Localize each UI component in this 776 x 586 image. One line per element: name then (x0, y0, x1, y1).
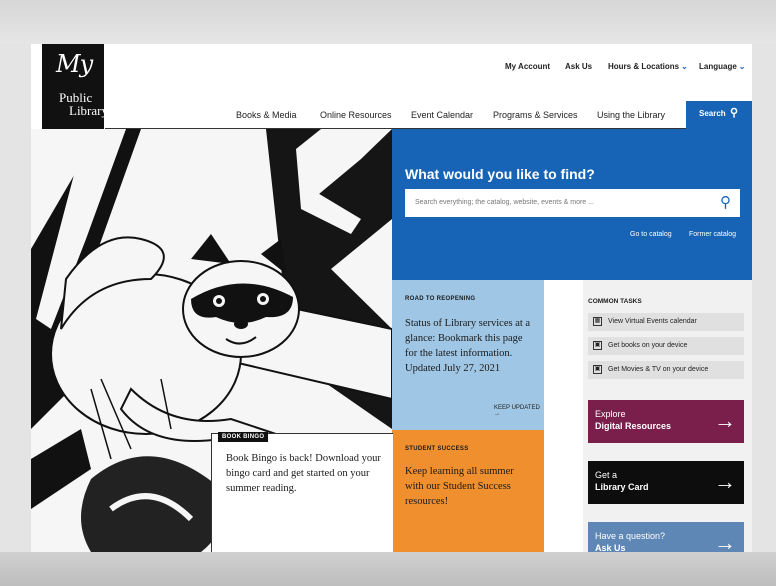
language-menu[interactable]: Language ⌄ (699, 62, 745, 71)
tile-label: ROAD TO REOPENING (405, 296, 476, 302)
library-logo[interactable]: My Public Library (42, 44, 108, 129)
device-icon: ▣ (593, 341, 602, 350)
task-get-books[interactable]: ▣ Get books on your device (588, 337, 744, 355)
nav-online-resources[interactable]: Online Resources (320, 110, 392, 120)
hours-locations-menu[interactable]: Hours & Locations ⌄ (608, 62, 688, 71)
task-virtual-events[interactable]: ▦ View Virtual Events calendar (588, 313, 744, 331)
book-bingo-card[interactable]: BOOK BINGO Book Bingo is back! Download … (211, 432, 393, 552)
keep-updated-link[interactable]: KEEP UPDATED → (494, 405, 544, 417)
common-tasks-title: COMMON TASKS (588, 298, 642, 305)
tile-label: STUDENT SUCCESS (405, 446, 469, 452)
book-bingo-text: Book Bingo is back! Download your bingo … (226, 453, 381, 494)
window-frame-bottom (0, 552, 776, 586)
search-icon: ⚲ (730, 107, 739, 119)
logo-library: Library (69, 103, 108, 118)
nav-books-media[interactable]: Books & Media (236, 110, 297, 120)
ask-us-link[interactable]: Ask Us (565, 62, 592, 71)
get-library-card-button[interactable]: Get a Library Card → (588, 461, 744, 504)
card-strong: Digital Resources (595, 421, 672, 431)
card-strong: Ask Us (595, 543, 626, 552)
search-icon[interactable]: ⚲ (720, 193, 731, 211)
card-strong: Library Card (595, 482, 649, 492)
student-success-tile[interactable]: STUDENT SUCCESS Keep learning all summer… (392, 430, 544, 552)
find-heading: What would you like to find? (405, 166, 595, 182)
window-frame-top (0, 0, 776, 44)
task-label: View Virtual Events calendar (608, 318, 697, 325)
nav-event-calendar[interactable]: Event Calendar (411, 110, 473, 120)
arrow-right-icon: → (714, 530, 736, 552)
logo-my: My (56, 50, 93, 78)
tile-text: Status of Library services at a glance: … (405, 318, 531, 374)
search-button[interactable]: Search ⚲ (686, 101, 752, 130)
card-small: Explore (595, 409, 626, 419)
common-tasks-panel: COMMON TASKS ▦ View Virtual Events calen… (583, 280, 752, 552)
site-search-input[interactable]: Search everything; the catalog, website,… (405, 189, 740, 217)
tile-text: Keep learning all summer with our Studen… (405, 466, 514, 507)
nav-using-library[interactable]: Using the Library (597, 110, 665, 120)
former-catalog-link[interactable]: Former catalog (689, 231, 736, 238)
arrow-right-icon: → (714, 408, 736, 433)
hours-locations-label: Hours & Locations (608, 62, 680, 71)
my-account-link[interactable]: My Account (505, 62, 550, 71)
road-to-reopening-tile[interactable]: ROAD TO REOPENING Status of Library serv… (392, 280, 544, 430)
arrow-right-icon: → (714, 469, 736, 494)
task-label: Get books on your device (608, 342, 688, 349)
chevron-down-icon: ⌄ (681, 62, 688, 71)
chevron-down-icon: ⌄ (738, 62, 746, 71)
explore-digital-resources-button[interactable]: Explore Digital Resources → (588, 400, 744, 443)
search-button-label: Search (699, 109, 726, 118)
nav-programs-services[interactable]: Programs & Services (493, 110, 578, 120)
book-bingo-badge: BOOK BINGO (218, 432, 269, 442)
task-label: Get Movies & TV on your device (608, 366, 709, 373)
card-small: Have a question? (595, 531, 666, 541)
search-placeholder: Search everything; the catalog, website,… (415, 199, 594, 206)
ask-us-button[interactable]: Have a question? Ask Us → (588, 522, 744, 552)
library-homepage: My Public Library My Account Ask Us Hour… (31, 44, 752, 552)
find-panel: What would you like to find? Search ever… (392, 129, 752, 280)
device-icon: ▣ (593, 365, 602, 374)
language-label: Language (699, 62, 737, 71)
calendar-icon: ▦ (593, 317, 602, 326)
go-to-catalog-link[interactable]: Go to catalog (630, 231, 672, 238)
task-get-movies[interactable]: ▣ Get Movies & TV on your device (588, 361, 744, 379)
card-small: Get a (595, 470, 618, 480)
